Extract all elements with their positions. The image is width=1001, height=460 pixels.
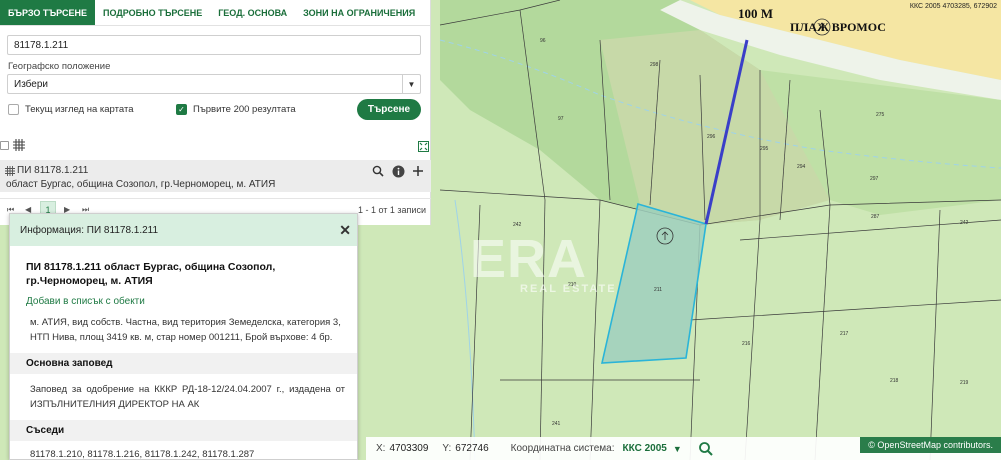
close-icon[interactable]: ✕ bbox=[339, 222, 351, 239]
first-200-label: Първите 200 резултата bbox=[193, 104, 296, 115]
distance-annotation: 100 М bbox=[738, 6, 774, 21]
parcel-label: 216 bbox=[742, 341, 751, 347]
parcel-label: 296 bbox=[707, 134, 716, 140]
parcel-label: 275 bbox=[876, 112, 885, 118]
watermark-subtitle: REAL ESTATE bbox=[520, 283, 617, 295]
parcel-label: 218 bbox=[890, 378, 899, 384]
beach-annotation: ПЛАЖ ВРОМОС bbox=[790, 20, 886, 34]
crs-coordinates-top: ККС 2005 4703285, 672902 bbox=[909, 3, 997, 10]
current-view-checkbox[interactable] bbox=[8, 104, 19, 115]
info-description: м. АТИЯ, вид собств. Частна, вид територ… bbox=[30, 317, 341, 343]
add-icon[interactable] bbox=[411, 164, 425, 178]
pager-info: 1 - 1 от 1 записи bbox=[357, 205, 426, 215]
search-tabs: БЪРЗО ТЪРСЕНЕ ПОДРОБНО ТЪРСЕНЕ ГЕОД. ОСН… bbox=[0, 0, 430, 26]
parcel-label: 96 bbox=[540, 38, 546, 44]
parcel-label: 211 bbox=[654, 287, 662, 293]
first-200-checkbox-row[interactable]: ✓ Първите 200 резултата bbox=[176, 104, 296, 115]
info-header: Информация: ПИ 81178.1.211 ✕ bbox=[10, 214, 357, 246]
first-200-checkbox[interactable]: ✓ bbox=[176, 104, 187, 115]
results-toolbar bbox=[0, 139, 431, 155]
search-input[interactable]: 81178.1.211 bbox=[7, 35, 421, 55]
y-label: Y: bbox=[442, 443, 452, 454]
order-heading: Основна заповед bbox=[10, 353, 357, 374]
osm-attribution[interactable]: © OpenStreetMap contributors. bbox=[860, 437, 1001, 453]
tab-detailed-search[interactable]: ПОДРОБНО ТЪРСЕНЕ bbox=[95, 0, 210, 25]
parcel-label: 287 bbox=[871, 214, 880, 220]
result-item[interactable]: ПИ 81178.1.211 област Бургас, община Соз… bbox=[0, 160, 431, 192]
crs-dropdown-arrow-icon[interactable]: ▼ bbox=[673, 444, 682, 454]
parcel-grid-icon bbox=[5, 166, 15, 176]
parcel-label: 217 bbox=[840, 331, 849, 337]
parcel-label: 242 bbox=[960, 220, 969, 226]
neighbors-heading: Съседи bbox=[10, 420, 357, 441]
crs-select[interactable]: ККС 2005 bbox=[623, 443, 667, 454]
parcel-label: 297 bbox=[870, 176, 879, 182]
chevron-down-icon[interactable]: ▼ bbox=[402, 75, 420, 93]
result-subtitle: област Бургас, община Созопол, гр.Черном… bbox=[6, 179, 276, 190]
result-title: ПИ 81178.1.211 bbox=[17, 165, 89, 176]
parcel-label: 295 bbox=[760, 146, 769, 152]
parcel-label: 97 bbox=[558, 116, 564, 122]
parcel-label: 294 bbox=[797, 164, 806, 170]
x-label: X: bbox=[376, 443, 386, 454]
tab-geodetic-base[interactable]: ГЕОД. ОСНОВА bbox=[210, 0, 295, 25]
tab-quick-search[interactable]: БЪРЗО ТЪРСЕНЕ bbox=[0, 0, 95, 25]
search-button[interactable]: Търсене bbox=[357, 99, 421, 120]
expand-icon[interactable] bbox=[418, 141, 429, 152]
parcel-label: 241 bbox=[552, 421, 561, 427]
neighbors-text: 81178.1.210, 81178.1.216, 81178.1.242, 8… bbox=[30, 449, 255, 460]
parcel-label: 219 bbox=[960, 380, 969, 386]
order-text: Заповед за одобрение на КККР РД-18-12/24… bbox=[30, 384, 345, 410]
watermark-logo: ERA bbox=[470, 229, 588, 289]
zoom-to-icon[interactable] bbox=[371, 164, 385, 178]
tab-restriction-zones[interactable]: ЗОНИ НА ОГРАНИЧЕНИЯ bbox=[295, 0, 423, 25]
parcel-label: 298 bbox=[650, 62, 659, 68]
coordinate-search-icon[interactable] bbox=[698, 441, 714, 457]
info-popup: Информация: ПИ 81178.1.211 ✕ ПИ 81178.1.… bbox=[9, 213, 358, 460]
info-header-title: Информация: ПИ 81178.1.211 bbox=[20, 224, 159, 236]
x-value: 4703309 bbox=[389, 443, 429, 454]
select-all-checkbox[interactable] bbox=[0, 141, 9, 150]
grid-icon[interactable] bbox=[13, 139, 25, 151]
current-view-checkbox-row[interactable]: Текущ изглед на картата bbox=[8, 104, 133, 115]
add-to-list-link[interactable]: Добави в списък с обекти bbox=[26, 296, 357, 307]
geo-location-label: Географско положение bbox=[8, 61, 111, 72]
info-title: ПИ 81178.1.211 област Бургас, община Соз… bbox=[26, 261, 276, 287]
geo-location-selected: Избери bbox=[14, 78, 48, 90]
search-panel: БЪРЗО ТЪРСЕНЕ ПОДРОБНО ТЪРСЕНЕ ГЕОД. ОСН… bbox=[0, 0, 431, 225]
current-view-label: Текущ изглед на картата bbox=[25, 104, 134, 115]
crs-label: Координатна система: bbox=[510, 443, 615, 454]
y-value: 672746 bbox=[455, 443, 489, 454]
geo-location-select[interactable]: Избери ▼ bbox=[7, 74, 421, 94]
info-icon[interactable] bbox=[391, 164, 405, 178]
